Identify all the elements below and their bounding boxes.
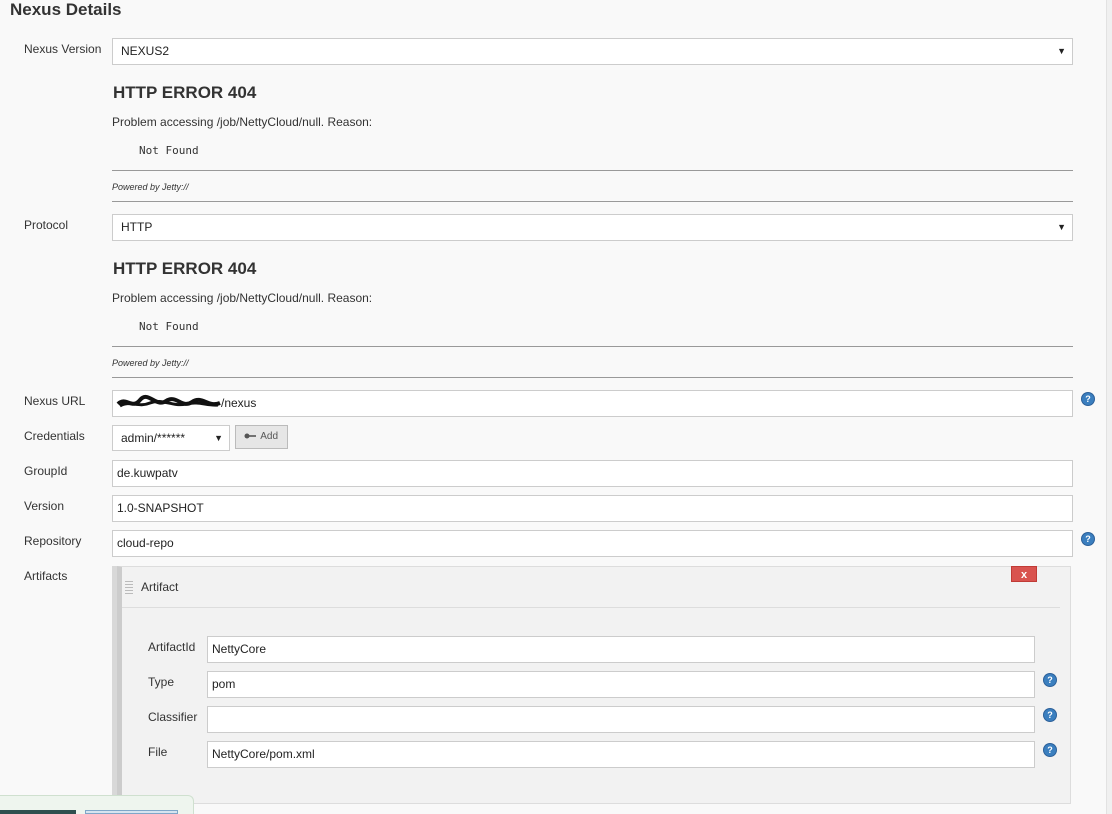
file-input[interactable]: NettyCore/pom.xml xyxy=(207,741,1035,768)
classifier-label: Classifier xyxy=(148,710,198,724)
powered-by: Powered by Jetty:// xyxy=(112,182,189,192)
credentials-value: admin/****** xyxy=(121,431,186,445)
chevron-down-icon: ▼ xyxy=(1057,46,1066,56)
group-id-input[interactable]: de.kuwpatv xyxy=(112,460,1073,487)
classifier-input[interactable] xyxy=(207,706,1035,733)
help-icon[interactable]: ? xyxy=(1044,674,1056,686)
group-id-label: GroupId xyxy=(24,464,68,478)
save-button[interactable] xyxy=(0,810,76,814)
divider xyxy=(122,607,1060,608)
divider xyxy=(112,346,1073,347)
file-label: File xyxy=(148,745,168,759)
artifact-section-title: Artifact xyxy=(141,580,179,594)
redacted-scribble xyxy=(116,394,221,408)
scrollbar[interactable] xyxy=(1106,0,1112,814)
nexus-url-input[interactable]: /nexus xyxy=(112,390,1073,417)
help-icon[interactable]: ? xyxy=(1044,709,1056,721)
error-message: Problem accessing /job/NettyCloud/null. … xyxy=(112,291,373,305)
error-reason: Not Found xyxy=(139,320,199,333)
add-credentials-button[interactable]: Add xyxy=(235,425,288,449)
version-input[interactable]: 1.0-SNAPSHOT xyxy=(112,495,1073,522)
error-title: HTTP ERROR 404 xyxy=(113,83,257,102)
help-icon[interactable]: ? xyxy=(1044,744,1056,756)
error-reason: Not Found xyxy=(139,144,199,157)
version-label: Version xyxy=(24,499,65,513)
repository-input[interactable]: cloud-repo xyxy=(112,530,1073,557)
artifact-id-label: ArtifactId xyxy=(148,640,196,654)
add-credentials-label: Add xyxy=(260,431,279,442)
artifact-id-input[interactable]: NettyCore xyxy=(207,636,1035,663)
type-label: Type xyxy=(148,675,175,689)
page-title: Nexus Details xyxy=(10,0,122,19)
divider xyxy=(112,377,1073,378)
protocol-select[interactable]: HTTP ▼ xyxy=(112,214,1073,241)
repository-label: Repository xyxy=(24,534,82,548)
help-icon[interactable]: ? xyxy=(1082,533,1094,545)
chevron-down-icon: ▼ xyxy=(1057,222,1066,232)
nexus-version-select[interactable]: NEXUS2 ▼ xyxy=(112,38,1073,65)
divider xyxy=(112,201,1073,202)
artifacts-label: Artifacts xyxy=(24,569,68,583)
error-message: Problem accessing /job/NettyCloud/null. … xyxy=(112,115,373,129)
key-icon xyxy=(244,433,256,439)
error-title: HTTP ERROR 404 xyxy=(113,259,257,278)
protocol-value: HTTP xyxy=(121,220,153,234)
powered-by: Powered by Jetty:// xyxy=(112,358,189,368)
nexus-url-label: Nexus URL xyxy=(24,394,86,408)
delete-artifact-button[interactable]: x xyxy=(1011,566,1037,582)
credentials-select[interactable]: admin/****** ▼ xyxy=(112,425,230,451)
nexus-version-value: NEXUS2 xyxy=(121,44,170,58)
nexus-version-label: Nexus Version xyxy=(24,42,102,56)
chevron-down-icon: ▼ xyxy=(214,433,223,443)
nexus-url-value: /nexus xyxy=(221,396,257,410)
drag-handle-icon[interactable] xyxy=(125,580,133,594)
divider xyxy=(112,170,1073,171)
help-icon[interactable]: ? xyxy=(1082,393,1094,405)
credentials-label: Credentials xyxy=(24,429,85,443)
type-input[interactable]: pom xyxy=(207,671,1035,698)
protocol-label: Protocol xyxy=(24,218,69,232)
apply-button[interactable] xyxy=(85,810,178,814)
